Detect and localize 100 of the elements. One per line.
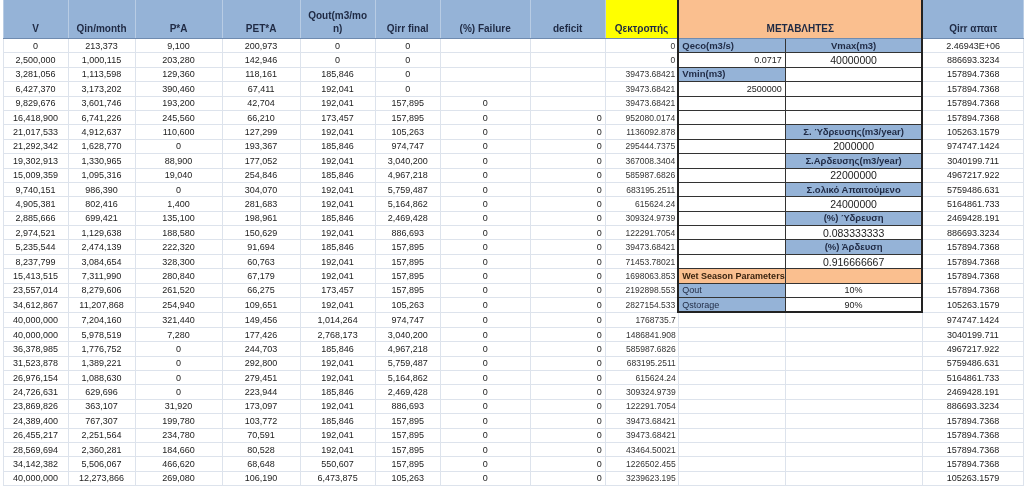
table-cell: 66,275 (222, 283, 301, 298)
table-cell: 0 (530, 428, 606, 443)
table-cell: 0 (440, 211, 531, 226)
table-cell: 192,041 (300, 254, 376, 269)
table-cell: 280,840 (135, 268, 223, 284)
table-cell: 109,651 (222, 297, 301, 313)
table-cell: 149,456 (222, 312, 301, 328)
table-cell: 0 (375, 81, 441, 97)
table-cell: 0 (530, 196, 606, 212)
table-cell: 0 (530, 153, 606, 168)
table-cell: 986,390 (68, 182, 136, 197)
table-cell: 223,944 (222, 384, 301, 400)
table-cell: 0 (530, 312, 606, 328)
column-header: P*A (135, 0, 223, 39)
table-cell: 767,307 (68, 413, 136, 429)
table-cell: 192,041 (300, 196, 376, 212)
table-cell: 173,457 (300, 110, 376, 125)
table-cell: 0 (530, 356, 606, 371)
table-cell: 1,776,752 (68, 341, 136, 357)
table-cell: 192,041 (300, 81, 376, 97)
table-cell: 88,900 (135, 153, 223, 168)
table-cell: 2,251,564 (68, 428, 136, 443)
table-cell: 0 (440, 239, 531, 255)
table-cell: 0 (530, 225, 606, 240)
table-cell: 4967217.922 (922, 341, 1024, 357)
table-cell: 192,041 (300, 225, 376, 240)
table-cell: 0 (440, 139, 531, 154)
table-cell: 2,500,000 (3, 52, 68, 68)
table-cell: 157894.7368 (922, 268, 1024, 284)
table-cell: 2,768,173 (300, 327, 376, 342)
table-cell: 31,920 (135, 399, 223, 414)
table-cell: 244,703 (222, 341, 301, 357)
table-cell: 2469428.191 (922, 384, 1024, 400)
table-cell: 1,330,965 (68, 153, 136, 168)
table-cell: 0 (530, 297, 606, 313)
table-cell: 886693.3234 (922, 52, 1024, 68)
table-cell: 80,528 (222, 442, 301, 457)
table-cell: 185,846 (300, 413, 376, 429)
table-cell: 0 (440, 370, 531, 385)
table-cell: 0 (135, 182, 223, 197)
table-cell: 328,300 (135, 254, 223, 269)
table-cell: 198,961 (222, 211, 301, 226)
table-cell: 3,040,200 (375, 153, 441, 168)
table-cell: 105263.1579 (922, 297, 1024, 313)
table-cell: 974,747 (375, 139, 441, 154)
table-cell: 129,360 (135, 67, 223, 82)
table-cell: 2,885,666 (3, 211, 68, 226)
table-cell: 157,895 (375, 239, 441, 255)
table-cell: 185,846 (300, 168, 376, 183)
table-cell: 193,367 (222, 139, 301, 154)
table-cell: 0 (440, 268, 531, 284)
table-cell: 0 (530, 124, 606, 140)
table-cell: 1,628,770 (68, 139, 136, 154)
table-cell: 1,088,630 (68, 370, 136, 385)
table-cell: 157894.7368 (922, 67, 1024, 82)
table-cell: 192,041 (300, 153, 376, 168)
table-cell: 5,164,862 (375, 370, 441, 385)
table-cell: 0 (440, 96, 531, 111)
table-cell: 192,041 (300, 370, 376, 385)
table-cell: 0 (440, 399, 531, 414)
table-cell: 5759486.631 (922, 356, 1024, 371)
table-cell: 2,474,139 (68, 239, 136, 255)
table-cell: 0 (440, 456, 531, 472)
table-cell: 0 (440, 428, 531, 443)
table-cell: 1,389,221 (68, 356, 136, 371)
table-cell: 1486841.908 (605, 327, 679, 342)
table-cell: 185,846 (300, 67, 376, 82)
table-cell: 6,473,875 (300, 471, 376, 486)
table-cell: 974747.1424 (922, 139, 1024, 154)
table-cell: 42,704 (222, 96, 301, 111)
table-cell: 2,469,428 (375, 211, 441, 226)
table-cell: 309324.9739 (605, 384, 679, 400)
table-cell: 3239623.195 (605, 471, 679, 486)
table-cell: 192,041 (300, 268, 376, 284)
table-cell: 5,235,544 (3, 239, 68, 255)
table-cell: 0 (440, 283, 531, 298)
table-cell: 40,000,000 (3, 471, 68, 486)
table-cell: 390,460 (135, 81, 223, 97)
table-cell: 185,846 (300, 211, 376, 226)
table-cell: 802,416 (68, 196, 136, 212)
table-cell: 1,129,638 (68, 225, 136, 240)
table-cell: 0 (440, 153, 531, 168)
table-cell: 4967217.922 (922, 168, 1024, 183)
table-cell: 279,451 (222, 370, 301, 385)
table-cell: 157,895 (375, 110, 441, 125)
table-cell: 0 (530, 341, 606, 357)
table-cell: 0 (530, 254, 606, 269)
table-cell: 886693.3234 (922, 225, 1024, 240)
table-cell: 157,895 (375, 413, 441, 429)
table-cell: 26,976,154 (3, 370, 68, 385)
table-cell: 157894.7368 (922, 81, 1024, 97)
table-cell: 24,726,631 (3, 384, 68, 400)
table-cell: 0 (440, 413, 531, 429)
table-cell: 184,660 (135, 442, 223, 457)
table-cell: 192,041 (300, 182, 376, 197)
table-cell: 4,967,218 (375, 168, 441, 183)
table-cell: 173,097 (222, 399, 301, 414)
table-cell: 6,741,226 (68, 110, 136, 125)
table-cell: 0 (375, 38, 441, 53)
table-cell: 135,100 (135, 211, 223, 226)
